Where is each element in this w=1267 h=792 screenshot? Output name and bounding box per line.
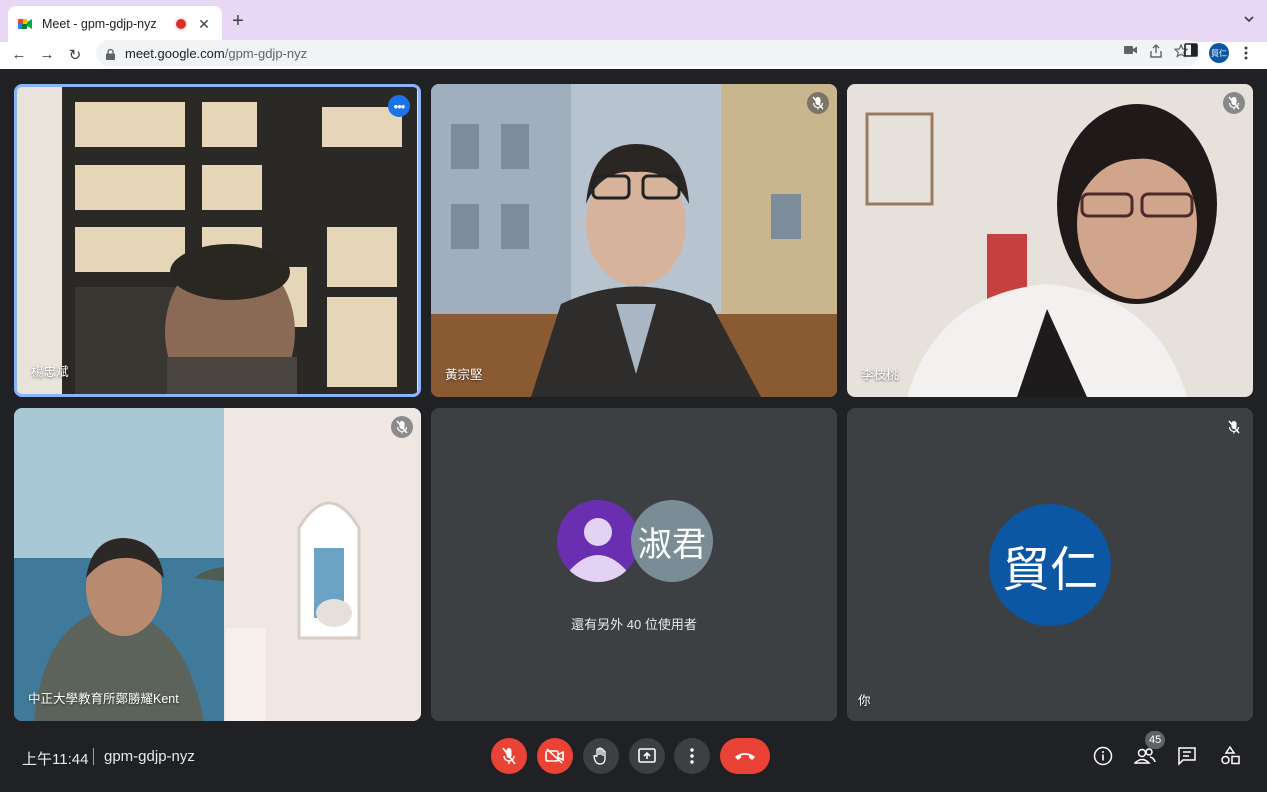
self-avatar: 貿仁 bbox=[989, 504, 1111, 626]
url-path: /gpm-gdjp-nyz bbox=[224, 45, 308, 61]
video-feed bbox=[17, 87, 418, 394]
activities-icon[interactable] bbox=[1218, 744, 1242, 768]
chat-icon[interactable] bbox=[1175, 744, 1199, 768]
forward-button[interactable]: → bbox=[38, 46, 56, 63]
browser-tab-strip: Meet - gpm-gdjp-nyz ✕ + bbox=[0, 0, 1267, 42]
more-options-button[interactable] bbox=[674, 738, 710, 774]
back-button[interactable]: ← bbox=[10, 46, 28, 63]
browser-tab-title: Meet - gpm-gdjp-nyz bbox=[42, 17, 157, 31]
browser-menu-icon[interactable] bbox=[1243, 46, 1249, 60]
video-feed bbox=[14, 408, 421, 721]
address-bar[interactable]: meet.google.com/gpm-gdjp-nyz bbox=[96, 40, 1200, 66]
leave-call-button[interactable] bbox=[720, 738, 770, 774]
mic-off-icon bbox=[1223, 416, 1245, 438]
meeting-info-icon[interactable] bbox=[1091, 744, 1115, 768]
divider bbox=[93, 748, 94, 765]
recording-indicator-icon bbox=[176, 19, 186, 29]
profile-avatar-label: 貿仁 bbox=[1209, 43, 1229, 63]
tab-search-chevron-icon[interactable] bbox=[1243, 12, 1255, 30]
video-feed bbox=[431, 84, 837, 397]
participant-name: 楊忠斌 bbox=[31, 365, 69, 379]
browser-toolbar: ← → ↻ meet.google.com/gpm-gdjp-nyz 貿仁 bbox=[0, 40, 1267, 69]
mic-off-icon bbox=[807, 92, 829, 114]
self-tile[interactable]: 貿仁 你 bbox=[847, 408, 1253, 721]
present-screen-button[interactable] bbox=[629, 738, 665, 774]
participant-name: 中正大學教育所鄭勝耀Kent bbox=[28, 692, 179, 706]
browser-tab[interactable]: Meet - gpm-gdjp-nyz ✕ bbox=[8, 6, 222, 42]
microphone-toggle-button[interactable] bbox=[491, 738, 527, 774]
participant-name: 黃宗堅 bbox=[445, 368, 483, 382]
participant-count-badge: 45 bbox=[1145, 731, 1166, 749]
participant-tile[interactable]: ••• 楊忠斌 bbox=[14, 84, 421, 397]
profile-avatar[interactable]: 貿仁 bbox=[1209, 43, 1229, 63]
video-feed bbox=[847, 84, 1253, 397]
url-host: meet.google.com bbox=[125, 45, 225, 61]
meeting-control-bar: 上午11:44 gpm-gdjp-nyz 45 bbox=[0, 728, 1267, 792]
meet-favicon-icon bbox=[18, 17, 32, 31]
person-avatar-icon bbox=[557, 500, 639, 582]
participant-tile[interactable]: 李枝桃 bbox=[847, 84, 1253, 397]
mic-off-icon bbox=[1223, 92, 1245, 114]
participant-tile[interactable]: 黃宗堅 bbox=[431, 84, 837, 397]
camera-in-use-icon[interactable] bbox=[1124, 44, 1138, 61]
share-icon[interactable] bbox=[1150, 44, 1162, 61]
lock-icon bbox=[106, 48, 115, 60]
meeting-time: 上午11:44 bbox=[22, 751, 89, 768]
participant-avatar: 淑君 bbox=[631, 500, 713, 582]
new-tab-button[interactable]: + bbox=[230, 10, 246, 32]
camera-toggle-button[interactable] bbox=[537, 738, 573, 774]
participant-tile[interactable]: 中正大學教育所鄭勝耀Kent bbox=[14, 408, 421, 721]
raise-hand-button[interactable] bbox=[583, 738, 619, 774]
others-count-caption: 還有另外 40 位使用者 bbox=[571, 617, 697, 632]
participant-name: 李枝桃 bbox=[861, 368, 899, 382]
more-icon[interactable]: ••• bbox=[388, 95, 410, 117]
side-panel-icon[interactable] bbox=[1184, 43, 1198, 57]
mic-off-icon bbox=[391, 416, 413, 438]
tab-close-icon[interactable]: ✕ bbox=[196, 16, 212, 33]
meeting-code: gpm-gdjp-nyz bbox=[104, 748, 195, 765]
others-tile[interactable]: 淑君 還有另外 40 位使用者 bbox=[431, 408, 837, 721]
reload-button[interactable]: ↻ bbox=[66, 46, 84, 64]
self-name: 你 bbox=[858, 694, 871, 708]
